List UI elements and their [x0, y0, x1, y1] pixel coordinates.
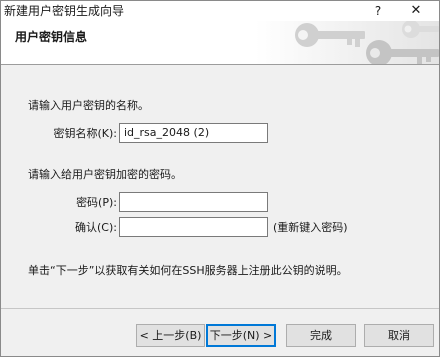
password-input[interactable] [119, 192, 268, 212]
password-label: 密码(P): [76, 196, 117, 209]
wizard-header: 用户密钥信息 [1, 21, 439, 65]
key-wizard-dialog: 新建用户密钥生成向导 ? ✕ 用户密钥信息 请输入用户密钥的名称。 密钥名称(K… [0, 0, 440, 357]
button-separator [1, 308, 439, 309]
keys-icon [295, 21, 439, 64]
key-name-label: 密钥名称(K): [53, 127, 117, 140]
close-button[interactable]: ✕ [405, 3, 427, 19]
wizard-content: 请输入用户密钥的名称。 密钥名称(K): id_rsa_2048 (2) 请输入… [1, 65, 439, 308]
help-button[interactable]: ? [367, 3, 389, 19]
password-prompt: 请输入给用户密钥加密的密码。 [28, 168, 182, 181]
next-button[interactable]: 下一步(N) > [206, 324, 276, 347]
window-title: 新建用户密钥生成向导 [4, 4, 125, 18]
instruction-text: 单击“下一步”以获取有关如何在SSH服务器上注册此公钥的说明。 [28, 264, 348, 277]
confirm-password-input[interactable] [119, 217, 268, 237]
cancel-button[interactable]: 取消 [364, 324, 434, 347]
header-title: 用户密钥信息 [15, 30, 88, 44]
confirm-label: 确认(C): [75, 221, 117, 234]
confirm-hint: (重新键入密码) [273, 221, 348, 234]
key-name-input[interactable]: id_rsa_2048 (2) [119, 123, 268, 143]
title-bar: 新建用户密钥生成向导 ? ✕ [1, 1, 439, 21]
finish-button[interactable]: 完成 [286, 324, 356, 347]
name-prompt: 请输入用户密钥的名称。 [28, 99, 149, 112]
back-button[interactable]: < 上一步(B) [136, 324, 205, 347]
